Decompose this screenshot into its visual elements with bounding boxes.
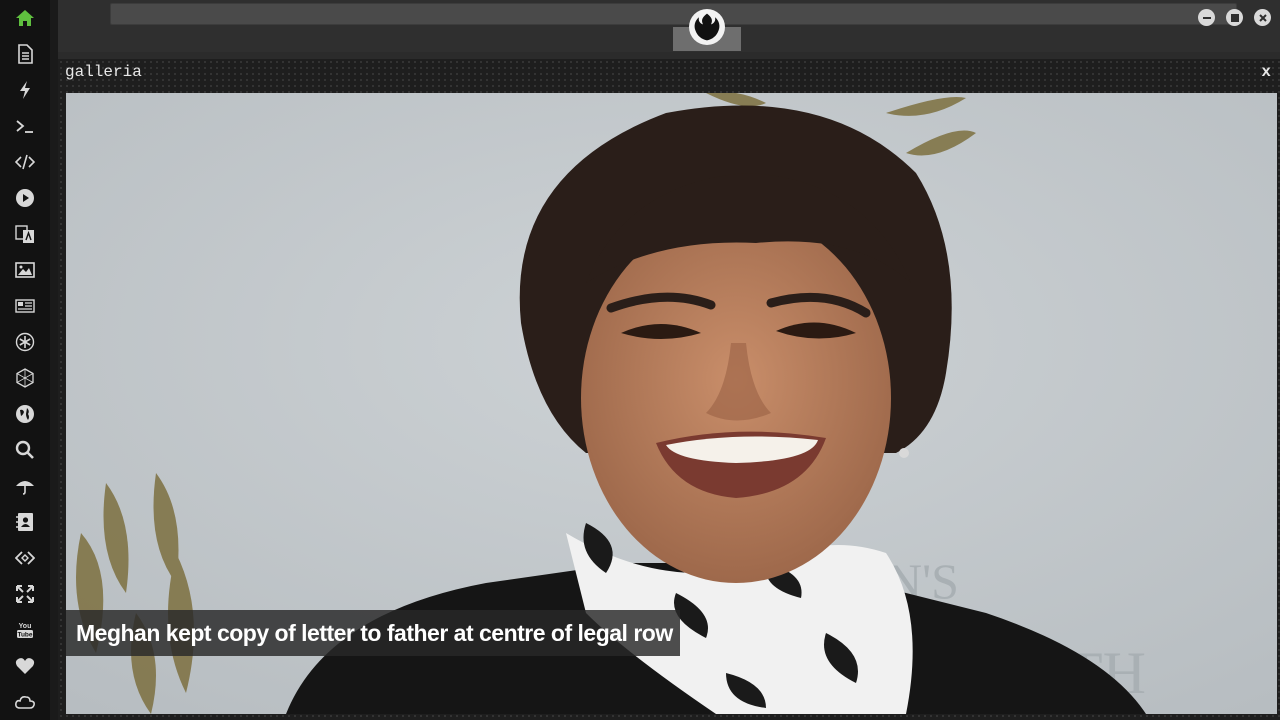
cloud-icon[interactable] [13,690,37,714]
panel-close-button[interactable]: x [1261,63,1271,81]
home-icon[interactable] [13,6,37,30]
maximize-icon[interactable] [1226,9,1243,26]
svg-text:You: You [19,623,32,630]
address-bar[interactable] [110,3,1237,25]
translate-icon[interactable] [13,222,37,246]
globe-icon[interactable] [13,402,37,426]
youtube-icon[interactable]: You Tube [13,618,37,642]
search-icon[interactable] [13,438,37,462]
panel-title: galleria [65,63,142,81]
minimize-icon[interactable] [1198,9,1215,26]
fullscreen-icon[interactable] [13,582,37,606]
contacts-icon[interactable] [13,510,37,534]
photo-caption[interactable]: Meghan kept copy of letter to father at … [66,610,680,656]
document-icon[interactable] [13,42,37,66]
umbrella-icon[interactable] [13,474,37,498]
play-icon[interactable] [13,186,37,210]
image-icon[interactable] [13,258,37,282]
sidebar: You Tube [0,0,50,720]
top-bar [58,0,1280,52]
gallery-panel: galleria x N'S Meghan kept copy of lette… [58,59,1280,720]
hexagon-network-icon[interactable] [13,366,37,390]
heart-icon[interactable] [13,654,37,678]
code-icon[interactable] [13,150,37,174]
terminal-icon[interactable] [13,114,37,138]
rail-separator [50,0,58,720]
rebel-alliance-icon[interactable] [689,9,725,45]
newspaper-icon[interactable] [13,294,37,318]
lightning-icon[interactable] [13,78,37,102]
api-icon[interactable] [13,546,37,570]
svg-text:Tube: Tube [17,632,32,639]
close-icon[interactable] [1254,9,1271,26]
gallery-photo[interactable]: TH N'S [66,93,1277,714]
asterisk-circle-icon[interactable] [13,330,37,354]
